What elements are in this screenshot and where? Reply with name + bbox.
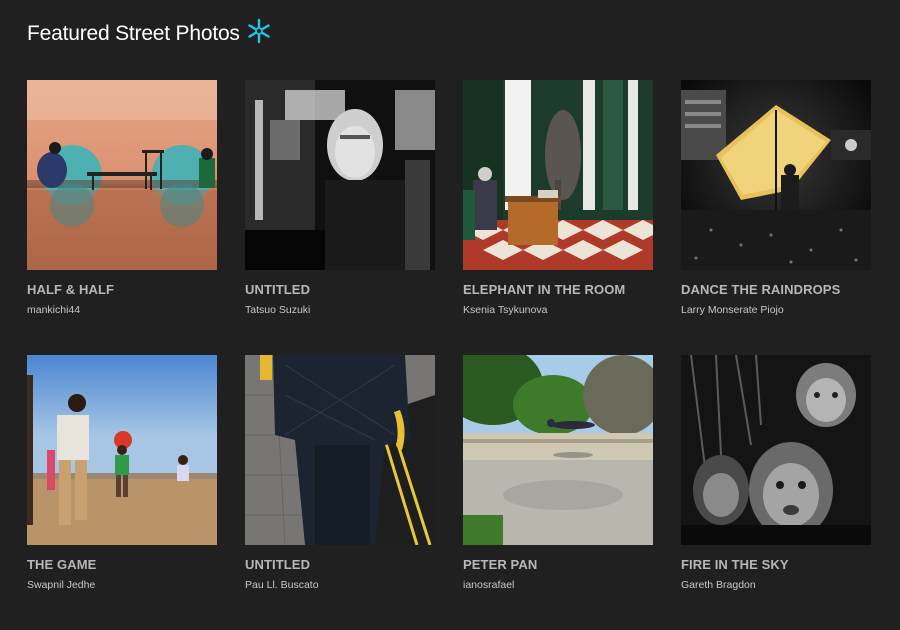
- photo-author[interactable]: Pau Ll. Buscato: [245, 579, 435, 591]
- photo-card[interactable]: UNTITLED Tatsuo Suzuki: [245, 80, 435, 355]
- photo-thumbnail[interactable]: [681, 355, 871, 545]
- photo-author[interactable]: Tatsuo Suzuki: [245, 304, 435, 316]
- photo-author[interactable]: mankichi44: [27, 304, 217, 316]
- photo-thumbnail[interactable]: [245, 355, 435, 545]
- photo-author[interactable]: Gareth Bragdon: [681, 579, 871, 591]
- photo-title[interactable]: THE GAME: [27, 557, 217, 572]
- photo-author[interactable]: Larry Monserate Piojo: [681, 304, 871, 316]
- photo-thumbnail[interactable]: [245, 80, 435, 270]
- page-title: Featured Street Photos: [27, 22, 240, 45]
- photo-title[interactable]: PETER PAN: [463, 557, 653, 572]
- flare-icon: [246, 18, 272, 44]
- photo-thumbnail[interactable]: [463, 355, 653, 545]
- photo-card[interactable]: UNTITLED Pau Ll. Buscato: [245, 355, 435, 630]
- photo-thumbnail[interactable]: [27, 355, 217, 545]
- photo-title[interactable]: UNTITLED: [245, 282, 435, 297]
- photo-card[interactable]: HALF & HALF mankichi44: [27, 80, 217, 355]
- photo-title[interactable]: ELEPHANT IN THE ROOM: [463, 282, 653, 297]
- photo-thumbnail[interactable]: [27, 80, 217, 270]
- photo-card[interactable]: THE GAME Swapnil Jedhe: [27, 355, 217, 630]
- photo-grid: HALF & HALF mankichi44 UNTITLED Tatsuo S…: [27, 80, 873, 630]
- photo-card[interactable]: ELEPHANT IN THE ROOM Ksenia Tsykunova: [463, 80, 653, 355]
- page-header: Featured Street Photos: [27, 14, 272, 54]
- photo-title[interactable]: UNTITLED: [245, 557, 435, 572]
- photo-card[interactable]: PETER PAN ianosrafael: [463, 355, 653, 630]
- photo-author[interactable]: Swapnil Jedhe: [27, 579, 217, 591]
- photo-thumbnail[interactable]: [681, 80, 871, 270]
- photo-author[interactable]: ianosrafael: [463, 579, 653, 591]
- photo-thumbnail[interactable]: [463, 80, 653, 270]
- photo-card[interactable]: DANCE THE RAINDROPS Larry Monserate Pioj…: [681, 80, 871, 355]
- photo-title[interactable]: FIRE IN THE SKY: [681, 557, 871, 572]
- photo-card[interactable]: FIRE IN THE SKY Gareth Bragdon: [681, 355, 871, 630]
- photo-title[interactable]: DANCE THE RAINDROPS: [681, 282, 871, 297]
- photo-title[interactable]: HALF & HALF: [27, 282, 217, 297]
- photo-author[interactable]: Ksenia Tsykunova: [463, 304, 653, 316]
